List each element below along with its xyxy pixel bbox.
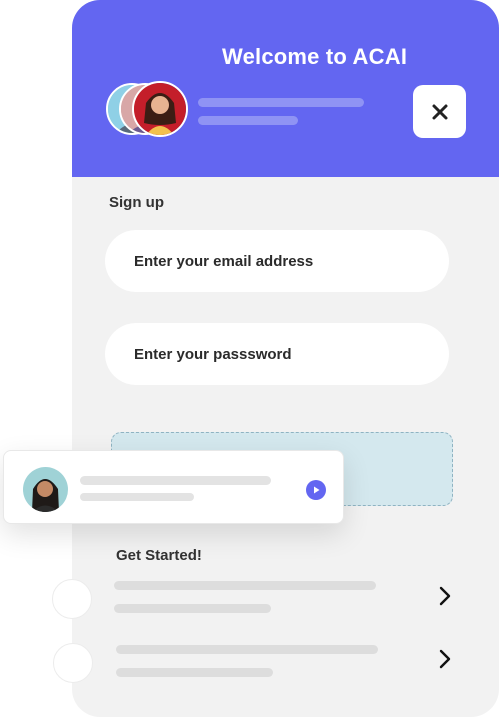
- play-button[interactable]: [306, 480, 326, 500]
- signup-panel: Welcome to ACAI Sign up Enter your email…: [72, 0, 499, 717]
- placeholder-line: [116, 668, 273, 677]
- placeholder-line: [80, 493, 194, 501]
- list-item-marker: [52, 579, 92, 619]
- placeholder-line: [114, 581, 376, 590]
- avatar: [132, 81, 188, 137]
- close-icon: [432, 104, 447, 119]
- panel-title: Welcome to ACAI: [222, 44, 408, 69]
- signup-heading: Sign up: [109, 194, 164, 211]
- password-field[interactable]: Enter your passsword: [105, 323, 449, 385]
- placeholder-line: [114, 604, 271, 613]
- avatar: [23, 467, 68, 512]
- placeholder-line: [198, 98, 364, 107]
- chevron-right-icon[interactable]: [438, 649, 452, 669]
- avatar-group: [106, 81, 196, 141]
- play-icon: [314, 486, 320, 494]
- placeholder-line: [80, 476, 271, 485]
- list-item-marker: [53, 643, 93, 683]
- get-started-heading: Get Started!: [116, 547, 202, 564]
- panel-header: Welcome to ACAI: [72, 0, 499, 177]
- chevron-right-icon[interactable]: [438, 586, 452, 606]
- placeholder-line: [198, 116, 298, 125]
- message-card[interactable]: [3, 450, 344, 524]
- email-field[interactable]: Enter your email address: [105, 230, 449, 292]
- close-button[interactable]: [413, 85, 466, 138]
- placeholder-line: [116, 645, 378, 654]
